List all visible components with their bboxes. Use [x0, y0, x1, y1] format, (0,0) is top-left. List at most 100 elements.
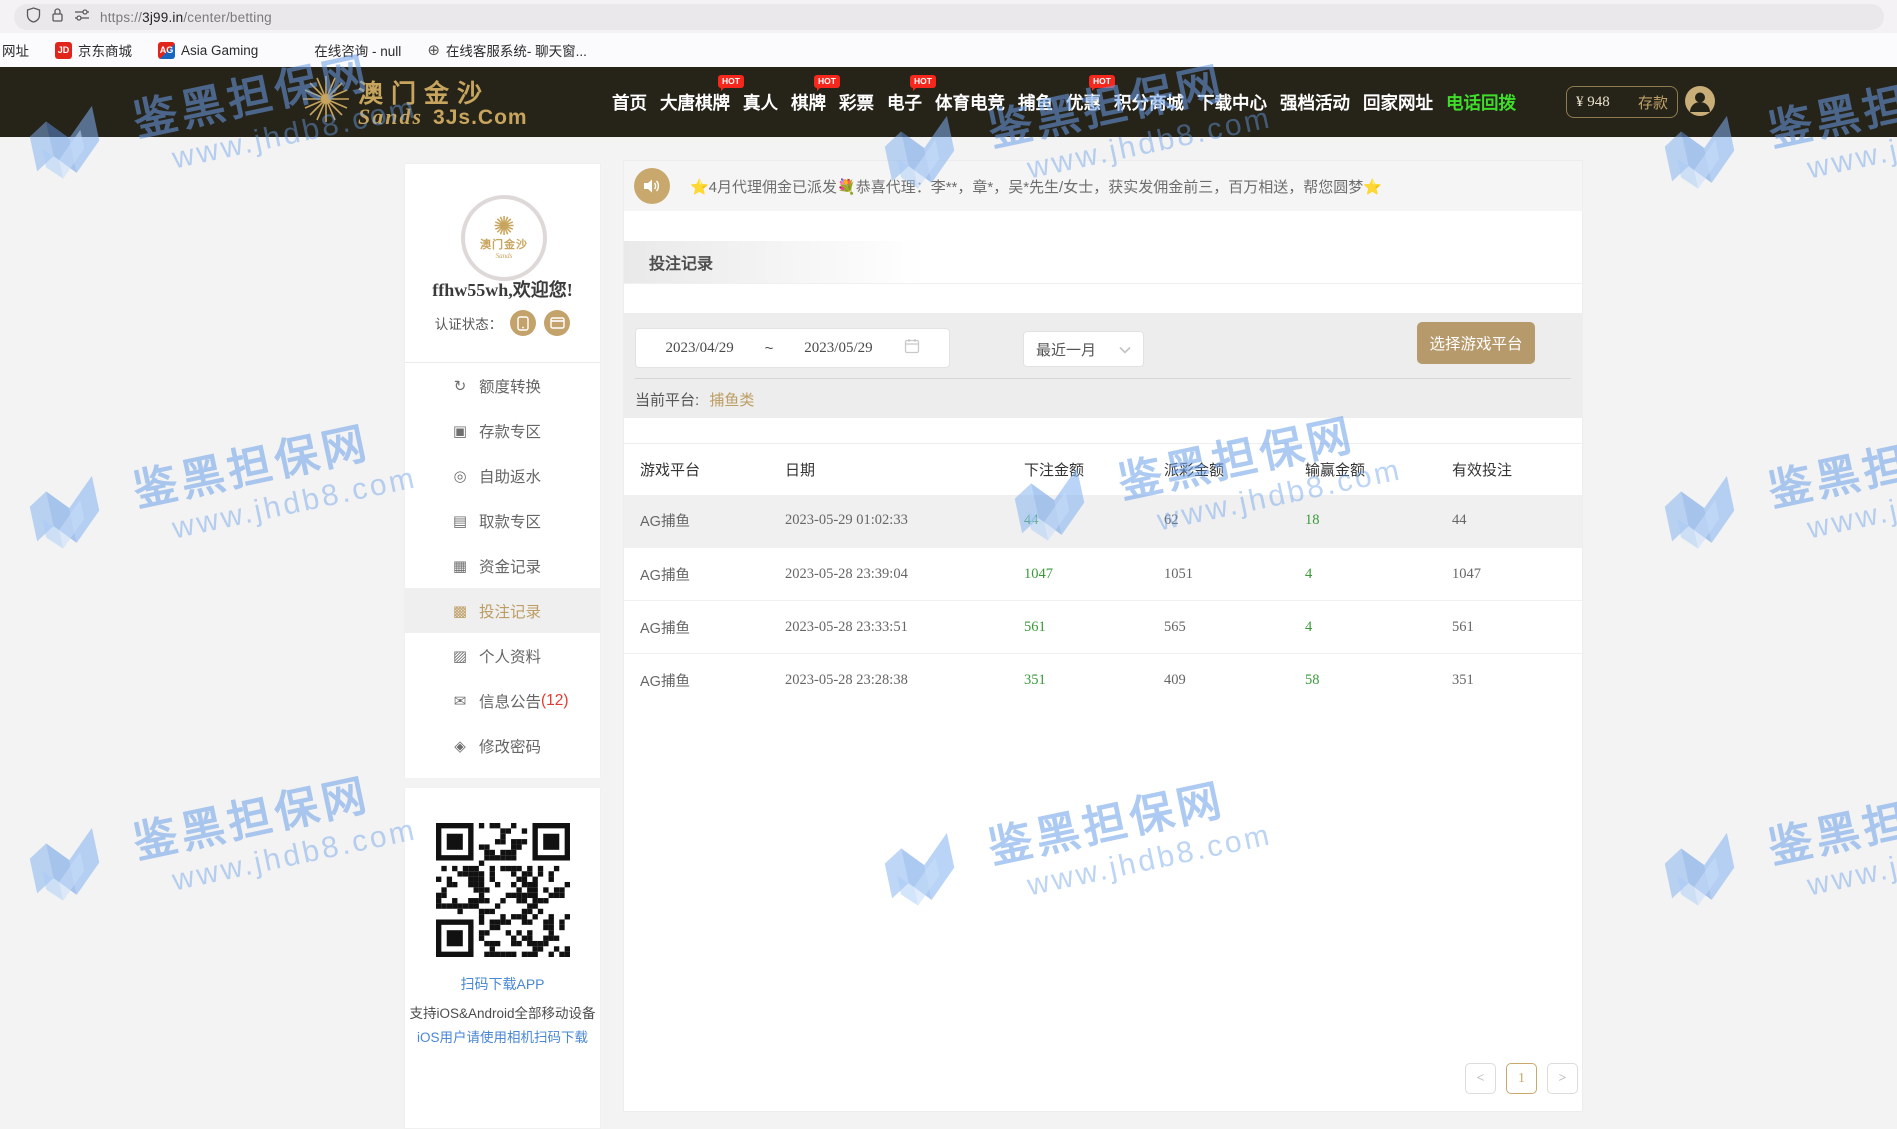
next-page-button[interactable]: > — [1547, 1063, 1578, 1094]
url-field[interactable]: https://3j99.in/center/betting — [14, 4, 1884, 30]
sidebar-item-betting-record[interactable]: ▩投注记录 — [405, 588, 600, 633]
sidebar-item-profile[interactable]: ▨个人资料 — [405, 633, 600, 678]
nav-live[interactable]: 真人 — [743, 90, 778, 115]
cell-bet: 561 — [1008, 601, 1148, 654]
sidebar: ✺ 澳门金沙 Sands ffhw55wh,欢迎您! 认证状态： ↻额度转换 ▣… — [404, 163, 601, 1129]
cell-platform: AG捕鱼 — [624, 654, 769, 707]
rebate-icon: ◎ — [451, 467, 469, 485]
section-title-bar: 投注记录 — [624, 241, 1582, 284]
logo-script: Sands — [358, 104, 423, 130]
card-verified-icon — [544, 310, 570, 336]
qr-download-link[interactable]: 扫码下载APP — [405, 974, 600, 994]
page-title: 投注记录 — [649, 250, 713, 274]
nav-datang-chess[interactable]: 大唐棋牌HOT — [660, 90, 730, 115]
nav-events[interactable]: 强档活动 — [1280, 90, 1350, 115]
jhdb-shield-icon — [1654, 460, 1768, 574]
watermark-title: 鉴黑担保网 — [1762, 399, 1897, 520]
betting-records-table: 游戏平台 日期 下注金额 派彩金额 输赢金额 有效投注 AG捕鱼 2023-05… — [624, 443, 1582, 707]
bookmark-wangzhi[interactable]: 网址 — [2, 40, 29, 60]
balance-amount: ¥ 948 — [1576, 94, 1610, 111]
user-avatar-icon[interactable] — [1684, 85, 1716, 122]
watermark-url: www.jhdb8.com — [1804, 818, 1897, 903]
chevron-down-icon — [1119, 341, 1131, 358]
sidebar-item-deposit[interactable]: ▣存款专区 — [405, 408, 600, 453]
watermark-url: www.jhdb8.com — [169, 813, 420, 898]
watermark-title: 鉴黑担保网 — [127, 751, 413, 872]
bookmark-online-consult[interactable]: 在线咨询 - null — [314, 40, 401, 60]
nav-points-mall[interactable]: 积分商城 — [1114, 90, 1184, 115]
hot-badge: HOT — [1089, 75, 1115, 88]
announcement-bar: ⭐4月代理佣金已派发💐恭喜代理：李**，章*，吴*先生/女士，获实发佣金前三，百… — [624, 161, 1582, 211]
transfer-icon: ↻ — [451, 377, 469, 395]
range-select[interactable]: 最近一月 — [1023, 331, 1144, 367]
page-1-button[interactable]: 1 — [1506, 1063, 1537, 1094]
speaker-icon — [634, 168, 670, 204]
sidebar-menu: ↻额度转换 ▣存款专区 ◎自助返水 ▤取款专区 ▦资金记录 ▩投注记录 ▨个人资… — [405, 363, 600, 768]
nav-sports-esports[interactable]: 体育电竞 — [935, 90, 1005, 115]
avatar-sunburst-icon: ✺ — [493, 216, 515, 236]
col-winloss-amount: 输赢金额 — [1289, 444, 1436, 495]
sidebar-item-quota-transfer[interactable]: ↻额度转换 — [405, 363, 600, 408]
current-platform-label: 当前平台: — [635, 392, 699, 409]
sidebar-item-funds-record[interactable]: ▦资金记录 — [405, 543, 600, 588]
deposit-button[interactable]: 存款 — [1638, 92, 1668, 113]
cell-platform: AG捕鱼 — [624, 601, 769, 654]
withdraw-icon: ▤ — [451, 512, 469, 530]
sidebar-item-messages[interactable]: ✉信息公告(12) — [405, 678, 600, 723]
table-row: AG捕鱼 2023-05-28 23:39:04 1047 1051 4 104… — [624, 548, 1582, 601]
nav-chess[interactable]: 棋牌HOT — [791, 90, 826, 115]
sidebar-section-gap — [404, 778, 603, 788]
choose-platform-button[interactable]: 选择游戏平台 — [1417, 322, 1535, 364]
table-row: AG捕鱼 2023-05-28 23:28:38 351 409 58 351 — [624, 654, 1582, 707]
date-range-input[interactable]: 2023/04/29 ~ 2023/05/29 — [635, 328, 950, 368]
watermark-url: www.jhdb8.com — [169, 461, 420, 546]
date-to-value[interactable]: 2023/05/29 — [804, 340, 872, 357]
current-platform-value[interactable]: 捕鱼类 — [709, 392, 754, 409]
nav-fishing[interactable]: 捕鱼 — [1018, 90, 1053, 115]
watermark-title: 鉴黑担保网 — [1762, 756, 1897, 877]
cell-payout: 62 — [1148, 495, 1289, 548]
sidebar-item-withdraw[interactable]: ▤取款专区 — [405, 498, 600, 543]
qr-ios-link[interactable]: iOS用户请使用相机扫码下载 — [405, 1026, 600, 1046]
shield-icon — [26, 7, 41, 28]
jhdb-shield-icon — [1654, 817, 1768, 931]
avatar: ✺ 澳门金沙 Sands — [461, 195, 547, 281]
cell-winloss: 58 — [1289, 654, 1436, 707]
prev-page-button[interactable]: < — [1465, 1063, 1496, 1094]
funds-record-icon: ▦ — [451, 557, 469, 575]
date-from-value[interactable]: 2023/04/29 — [665, 340, 733, 357]
nav-home-url[interactable]: 回家网址 — [1363, 90, 1433, 115]
lock-icon: ◈ — [451, 737, 469, 755]
cell-date: 2023-05-28 23:28:38 — [769, 654, 1008, 707]
message-count-badge: (12) — [541, 692, 569, 710]
nav-promos[interactable]: 优惠HOT — [1066, 90, 1101, 115]
avatar-logo-script: Sands — [496, 252, 513, 260]
cell-payout: 1051 — [1148, 548, 1289, 601]
nav-slots[interactable]: 电子HOT — [887, 90, 922, 115]
nav-download[interactable]: 下载中心 — [1197, 90, 1267, 115]
sunburst-icon — [300, 73, 352, 130]
table-row: AG捕鱼 2023-05-28 23:33:51 561 565 4 561 — [624, 601, 1582, 654]
col-bet-amount: 下注金额 — [1008, 444, 1148, 495]
nav-phone-callback[interactable]: 电话回拨 — [1446, 90, 1516, 115]
hot-badge: HOT — [718, 75, 744, 88]
site-logo[interactable]: 澳门金沙 Sands 3Js.Com — [300, 73, 528, 130]
bookmark-asia-gaming[interactable]: AGAsia Gaming — [158, 42, 258, 59]
cell-winloss: 18 — [1289, 495, 1436, 548]
nav-home[interactable]: 首页 — [612, 90, 647, 115]
jd-icon: JD — [55, 42, 72, 59]
sidebar-item-change-password[interactable]: ◈修改密码 — [405, 723, 600, 768]
cell-valid: 44 — [1436, 495, 1582, 548]
sidebar-item-rebate[interactable]: ◎自助返水 — [405, 453, 600, 498]
table-header-row: 游戏平台 日期 下注金额 派彩金额 输赢金额 有效投注 — [624, 444, 1582, 495]
calendar-icon — [904, 338, 920, 358]
bookmark-jd[interactable]: JD京东商城 — [55, 40, 132, 60]
nav-lottery[interactable]: 彩票 — [839, 90, 874, 115]
ag-icon: AG — [158, 42, 175, 59]
col-payout-amount: 派彩金额 — [1148, 444, 1289, 495]
watermark: 鉴黑担保网www.jhdb8.com — [1654, 756, 1897, 933]
bookmark-online-service[interactable]: ⊕在线客服系统- 聊天窗... — [427, 40, 587, 60]
download-qr-code — [436, 823, 570, 957]
site-header: 澳门金沙 Sands 3Js.Com 首页 大唐棋牌HOT 真人 棋牌HOT 彩… — [0, 67, 1897, 137]
cell-valid: 561 — [1436, 601, 1582, 654]
